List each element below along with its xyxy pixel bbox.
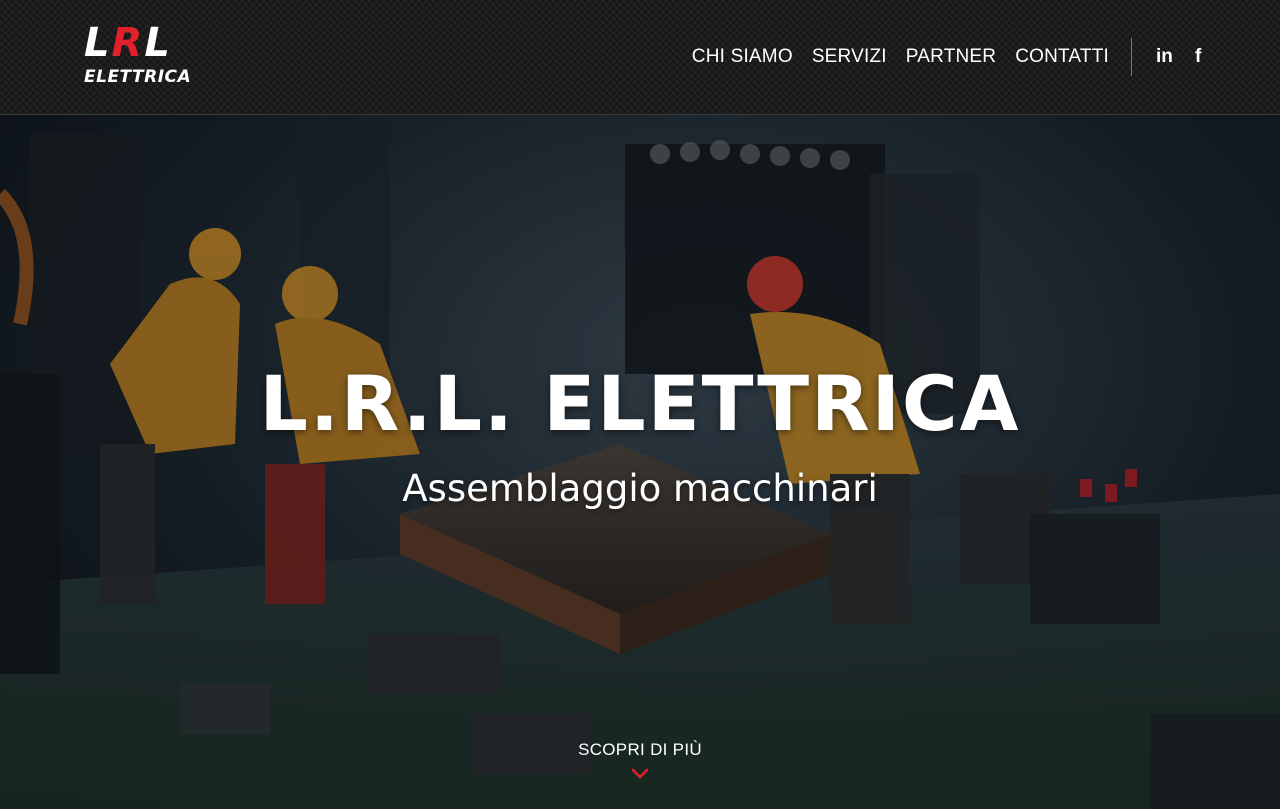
logo-letter-l2: L — [144, 20, 172, 66]
hero-overlay — [0, 114, 1280, 809]
nav-item-partner[interactable]: PARTNER — [906, 44, 996, 70]
nav-item-chi-siamo[interactable]: CHI SIAMO — [692, 44, 793, 70]
chevron-down-icon — [631, 768, 649, 779]
hero-section: L.R.L. ELETTRICA Assemblaggio macchinari… — [0, 114, 1280, 809]
nav-item-servizi[interactable]: SERVIZI — [812, 44, 887, 70]
nav-item-contatti[interactable]: CONTATTI — [1015, 44, 1109, 70]
page: LRL ELETTRICA CHI SIAMO SERVIZI PARTNER … — [0, 0, 1280, 809]
nav-divider — [1131, 38, 1132, 76]
hero-title: L.R.L. ELETTRICA — [259, 359, 1021, 448]
logo-letter-l1: L — [84, 20, 112, 66]
hero-subtitle: Assemblaggio macchinari — [402, 467, 878, 510]
logo-wordmark: ELETTRICA — [84, 67, 192, 87]
brand-logo[interactable]: LRL ELETTRICA — [84, 23, 226, 88]
linkedin-icon[interactable]: in — [1156, 44, 1173, 70]
logo-mark: LRL — [84, 23, 226, 63]
main-nav: CHI SIAMO SERVIZI PARTNER CONTATTI — [692, 44, 1109, 70]
site-header: LRL ELETTRICA CHI SIAMO SERVIZI PARTNER … — [0, 0, 1280, 115]
cta-label: SCOPRI DI PIÙ — [578, 740, 702, 759]
facebook-icon[interactable]: f — [1195, 44, 1201, 70]
scopri-di-piu-button[interactable]: SCOPRI DI PIÙ — [540, 738, 740, 794]
logo-letter-r: R — [111, 20, 145, 66]
